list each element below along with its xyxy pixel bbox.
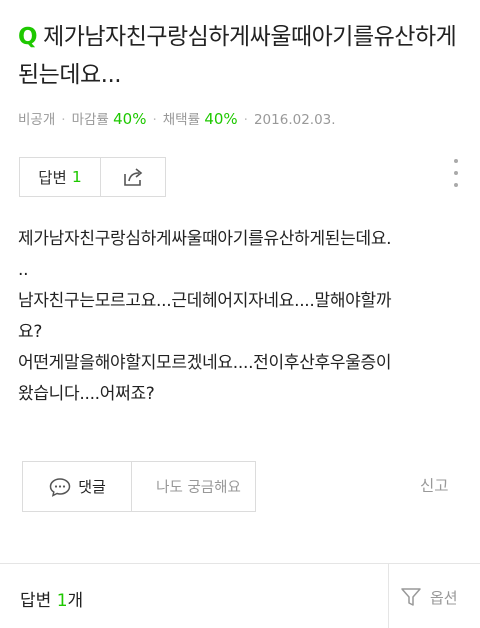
question-header: Q 제가남자친구랑심하게싸울때아기를유산하게된는데요... bbox=[18, 18, 468, 94]
comment-button[interactable]: 댓글 bbox=[22, 461, 132, 512]
question-body: 제가남자친구랑심하게싸울때아기를유산하게된는데요. .. 남자친구는모르고요..… bbox=[18, 224, 468, 410]
close-rate-value: 40% bbox=[113, 110, 147, 128]
question-title: Q 제가남자친구랑심하게싸울때아기를유산하게된는데요... bbox=[18, 18, 468, 94]
more-dot bbox=[454, 171, 458, 175]
question-title-text: 제가남자친구랑심하게싸울때아기를유산하게된는데요... bbox=[18, 24, 457, 88]
filter-icon bbox=[401, 588, 421, 606]
privacy-label: 비공개 bbox=[18, 112, 56, 128]
select-rate-label: 채택률 bbox=[162, 112, 201, 128]
body-line: 요? bbox=[18, 322, 43, 342]
body-line: .. bbox=[18, 260, 29, 280]
answer-share-bar: 답변 1 bbox=[19, 157, 166, 197]
bottom-answer-bar: 답변 1개 옵션 bbox=[0, 563, 480, 628]
answer-count-button[interactable]: 답변 1 bbox=[20, 158, 101, 196]
more-dot bbox=[454, 159, 458, 163]
more-dot bbox=[454, 183, 458, 187]
answer-count-label: 답변 bbox=[38, 169, 67, 187]
question-mark-icon: Q bbox=[18, 24, 38, 50]
separator-dot: · bbox=[61, 112, 66, 128]
select-rate-value: 40% bbox=[204, 110, 238, 128]
report-link[interactable]: 신고 bbox=[420, 474, 449, 496]
comment-label: 댓글 bbox=[78, 478, 106, 496]
body-line: 어떤게말을해야할지모르겠네요....전이후산후우울증이 bbox=[18, 353, 392, 373]
answer-total-label: 답변 bbox=[20, 591, 52, 611]
options-button[interactable]: 옵션 bbox=[400, 582, 470, 612]
options-label: 옵션 bbox=[430, 588, 458, 607]
answer-total: 답변 1개 bbox=[20, 586, 83, 611]
share-button[interactable] bbox=[101, 158, 165, 196]
answer-total-count: 1 bbox=[56, 591, 68, 611]
answer-total-unit: 개 bbox=[67, 591, 84, 611]
body-line: 왔습니다....어쩌죠? bbox=[18, 384, 155, 404]
answer-count-number: 1 bbox=[71, 168, 82, 186]
separator-dot: · bbox=[152, 112, 157, 128]
body-line: 남자친구는모르고요...근데헤어지자네요....말해야할까 bbox=[18, 291, 392, 311]
vertical-divider bbox=[388, 564, 389, 628]
curious-label: 나도 궁금해요 bbox=[156, 480, 241, 496]
me-too-curious-button[interactable]: 나도 궁금해요 bbox=[125, 461, 256, 512]
speech-bubble-icon bbox=[49, 477, 71, 497]
share-icon bbox=[124, 168, 143, 186]
question-date: 2016.02.03. bbox=[253, 112, 336, 128]
separator-dot: · bbox=[243, 112, 248, 128]
close-rate-label: 마감률 bbox=[71, 112, 109, 128]
question-meta: 비공개 · 마감률 40% · 채택률 40% · 2016.02.03. bbox=[18, 108, 336, 128]
body-line: 제가남자친구랑심하게싸울때아기를유산하게된는데요. bbox=[18, 229, 392, 249]
more-options-button[interactable] bbox=[448, 157, 464, 189]
